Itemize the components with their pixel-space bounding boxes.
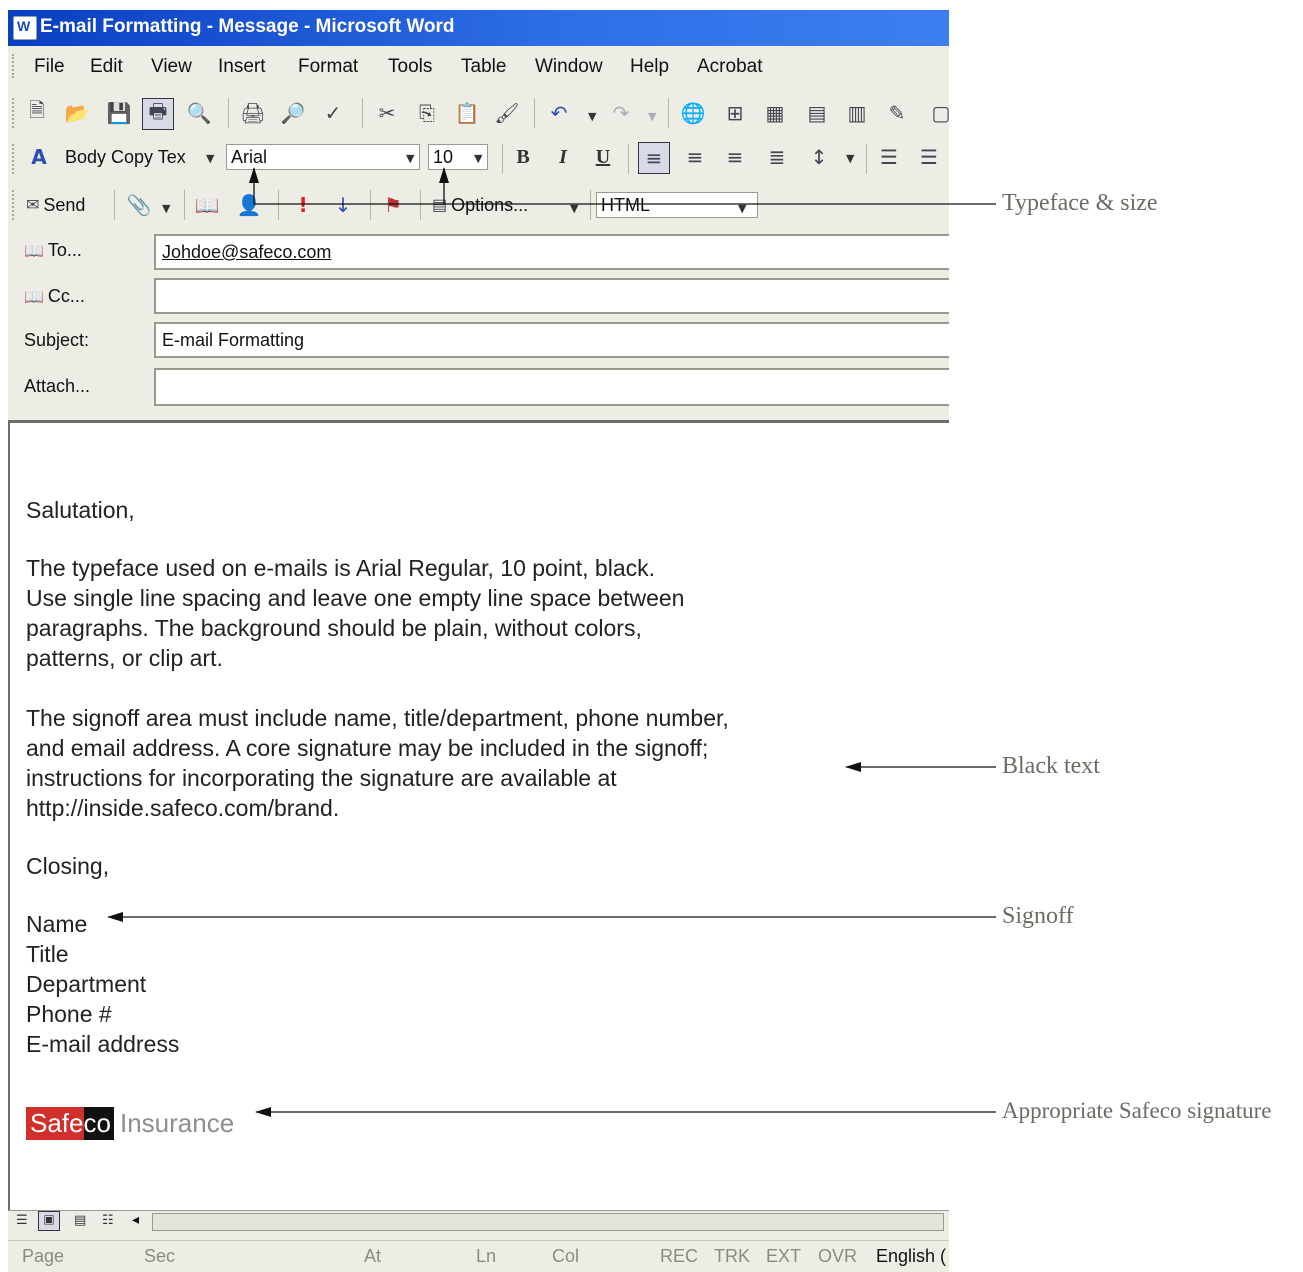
callout-signature: Appropriate Safeco signature [1002,1098,1272,1123]
typeface-size-callout-lines [249,167,996,205]
callout-black-text: Black text [1002,753,1100,779]
callout-typeface-size: Typeface & size [1002,190,1158,216]
callout-signoff: Signoff [1002,903,1074,929]
